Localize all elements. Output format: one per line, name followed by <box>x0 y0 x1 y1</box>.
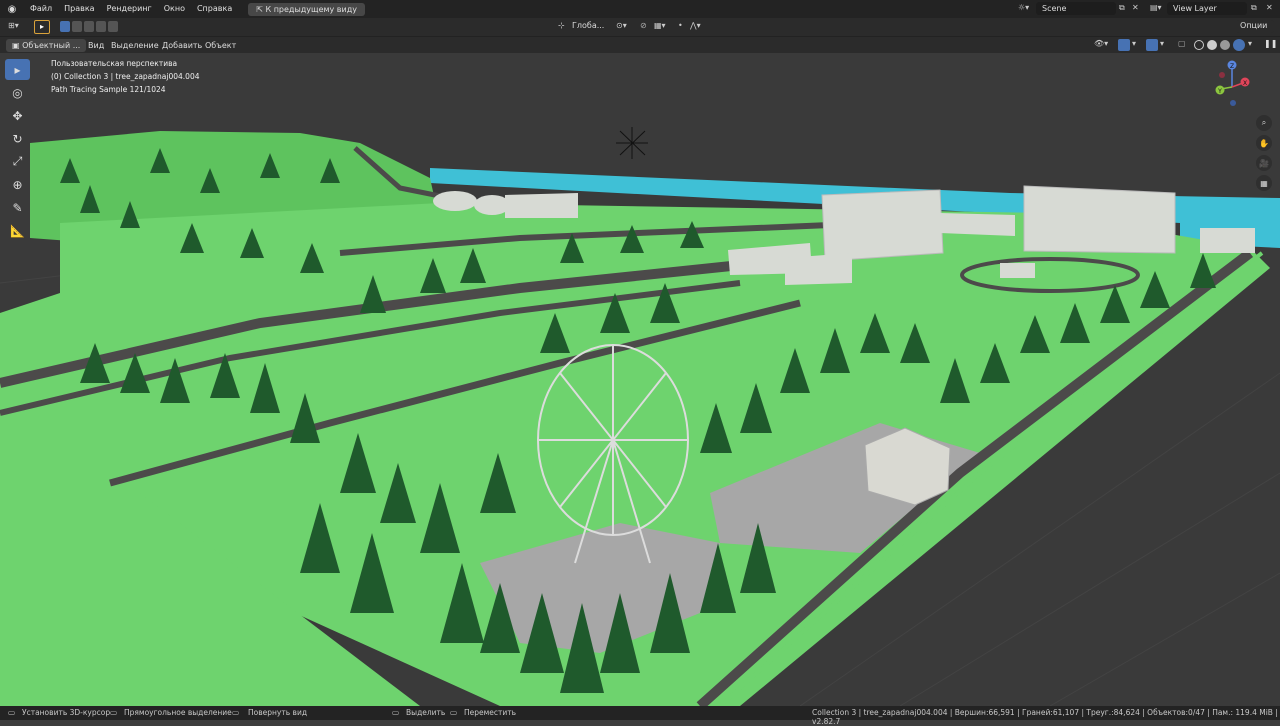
mouse-left-icon: ▭ <box>8 708 16 717</box>
transform-orientation-icon[interactable]: ⊹ <box>558 21 565 30</box>
selection-mode-intersect-icon[interactable] <box>108 21 118 32</box>
object-mode-icon: ▣ <box>12 41 23 50</box>
proportional-editing-icon[interactable]: • <box>678 21 683 30</box>
gizmo-toggle-icon[interactable] <box>1118 39 1130 51</box>
pivot-point-icon[interactable]: ⊙▾ <box>616 21 627 30</box>
selection-mode-invert-icon[interactable] <box>96 21 106 32</box>
ortho-toggle-icon[interactable]: ▦ <box>1256 175 1272 191</box>
measure-tool-icon[interactable]: 📐 <box>5 220 30 241</box>
transform-orientation-dropdown[interactable]: Глоба... <box>572 21 604 30</box>
proportional-falloff-icon[interactable]: ⋀▾ <box>690 21 701 30</box>
interaction-mode-dropdown[interactable]: ▣ Объектный ... <box>6 39 87 52</box>
shading-rendered-icon[interactable] <box>1233 39 1245 51</box>
select-box-tool-icon[interactable]: ▸ <box>5 59 30 80</box>
editor-type-icon[interactable]: ⊞▾ <box>8 21 19 30</box>
selection-mode-subtract-icon[interactable] <box>84 21 94 32</box>
interaction-mode-label: Объектный ... <box>22 41 81 50</box>
pause-render-icon[interactable]: ❚❚ <box>1264 39 1277 48</box>
back-to-previous-button[interactable]: ⇱ К предыдущему виду <box>248 2 365 16</box>
status-hint-move: Переместить <box>464 708 517 717</box>
tool-shelf: ▸ ◎ ✥ ↻ ⤢ ⊕ ✎ 📐 <box>5 59 32 243</box>
pan-view-icon[interactable]: ✋ <box>1256 135 1272 151</box>
tool-settings-header: ⊞▾ ▸ ⊹ Глоба... ⊙▾ ⊘ ▦▾ • ⋀▾ Опции <box>0 18 1280 36</box>
menu-render[interactable]: Рендеринг <box>101 0 158 18</box>
scene-statistics: Collection 3 | tree_zapadnaj004.004 | Ве… <box>812 708 1278 726</box>
status-hint-rotate-view: Повернуть вид <box>248 708 308 717</box>
menu-object[interactable]: Объект <box>201 39 240 52</box>
3d-viewport[interactable]: ▸ ◎ ✥ ↻ ⤢ ⊕ ✎ 📐 Пользовательская перспек… <box>0 53 1280 706</box>
shading-dropdown-icon[interactable]: ▾ <box>1248 39 1252 48</box>
annotate-tool-icon[interactable]: ✎ <box>5 197 30 218</box>
camera-view-icon[interactable]: 🎥 <box>1256 155 1272 171</box>
overlays-toggle-icon[interactable] <box>1146 39 1158 51</box>
status-hint-select: Выделить <box>406 708 446 717</box>
scene-selector-icon[interactable]: ☼▾ <box>1018 3 1029 12</box>
gizmo-dropdown-icon[interactable]: ▾ <box>1132 39 1136 48</box>
overlays-dropdown-icon[interactable]: ▾ <box>1160 39 1164 48</box>
options-label: Опции <box>1240 21 1268 30</box>
snap-element-icon[interactable]: ▦▾ <box>654 21 666 30</box>
mouse-move-icon: ▭ <box>450 708 458 717</box>
shading-wireframe-icon[interactable] <box>1194 40 1204 50</box>
visibility-icon[interactable]: 👁▾ <box>1094 39 1108 48</box>
zoom-view-icon[interactable]: ⌕ <box>1256 115 1272 131</box>
menu-help[interactable]: Справка <box>191 0 238 18</box>
back-to-previous-label: К предыдущему виду <box>265 4 357 14</box>
menu-window[interactable]: Окно <box>158 0 191 18</box>
active-collection-label: (0) Collection 3 | tree_zapadnaj004.004 <box>51 72 200 81</box>
remove-view-layer-icon[interactable]: ✕ <box>1266 3 1273 12</box>
xray-toggle-icon[interactable]: ▢ <box>1178 39 1186 48</box>
gizmo-y-label: Y <box>1217 88 1222 95</box>
status-hint-box-select: Прямоугольное выделение <box>124 708 232 717</box>
scene-name-field[interactable]: Scene <box>1036 2 1116 15</box>
shading-solid-icon[interactable] <box>1207 40 1217 50</box>
blender-logo-icon[interactable]: ◉ <box>0 0 24 18</box>
menu-view[interactable]: Вид <box>84 39 108 52</box>
cursor-tool-icon[interactable]: ◎ <box>5 82 30 103</box>
view-perspective-label: Пользовательская перспектива <box>51 59 178 68</box>
move-tool-icon[interactable]: ✥ <box>5 105 30 126</box>
mouse-right-icon: ▭ <box>232 708 240 717</box>
options-button[interactable]: Опции <box>1236 20 1274 33</box>
top-menu-bar: ◉ Файл Правка Рендеринг Окно Справка ⇱ К… <box>0 0 1280 18</box>
scale-tool-icon[interactable]: ⤢ <box>5 151 30 172</box>
snap-toggle-icon[interactable]: ⊘ <box>640 21 647 30</box>
selection-mode-extend-icon[interactable] <box>72 21 82 32</box>
selection-mode-new-icon[interactable] <box>60 21 70 32</box>
viewport-header: ▣ Объектный ... Вид Выделение Добавить О… <box>0 36 1280 53</box>
mouse-middle-icon: ▭ <box>110 708 118 717</box>
mouse-select-icon: ▭ <box>392 708 400 717</box>
view-layer-icon[interactable]: ▤▾ <box>1150 3 1162 12</box>
shading-material-icon[interactable] <box>1220 40 1230 50</box>
menu-add[interactable]: Добавить <box>158 39 206 52</box>
new-view-layer-icon[interactable]: ⧉ <box>1251 3 1257 13</box>
status-hint-set-cursor: Установить 3D-курсор <box>22 708 111 717</box>
gizmo-z-label: Z <box>1230 63 1234 70</box>
render-samples-label: Path Tracing Sample 121/1024 <box>51 85 166 94</box>
menu-edit[interactable]: Правка <box>58 0 100 18</box>
rotate-tool-icon[interactable]: ↻ <box>5 128 30 149</box>
transform-tool-icon[interactable]: ⊕ <box>5 174 30 195</box>
status-bar: ▭ Установить 3D-курсор ▭ Прямоугольное в… <box>0 706 1280 726</box>
remove-scene-icon[interactable]: ✕ <box>1132 3 1139 12</box>
view-layer-field[interactable]: View Layer <box>1167 2 1247 15</box>
menu-file[interactable]: Файл <box>24 0 58 18</box>
gizmo-x-label: X <box>1243 80 1247 87</box>
select-tool-icon[interactable]: ▸ <box>34 20 50 34</box>
menu-select[interactable]: Выделение <box>107 39 163 52</box>
navigation-gizmo[interactable]: Z Y X <box>1212 59 1252 109</box>
new-scene-icon[interactable]: ⧉ <box>1119 3 1125 13</box>
scene-render <box>0 53 1280 706</box>
